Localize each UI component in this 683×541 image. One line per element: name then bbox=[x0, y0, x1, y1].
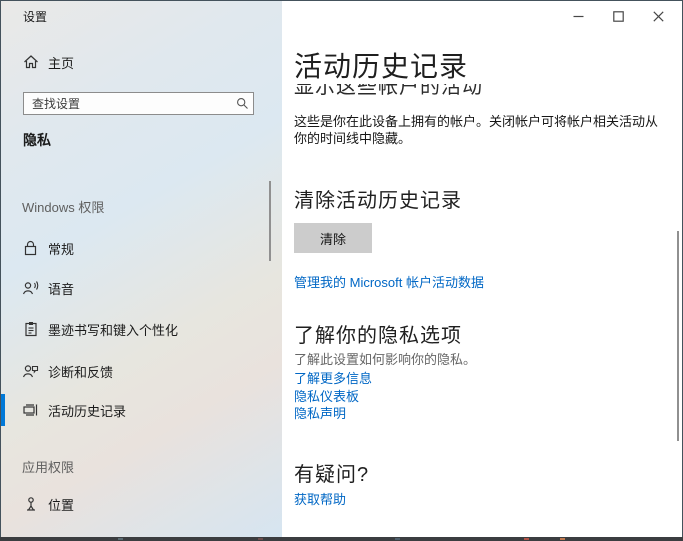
search-input[interactable]: 查找设置 bbox=[23, 92, 254, 115]
page-title: 活动历史记录 bbox=[294, 45, 468, 85]
manage-account-activity-link[interactable]: 管理我的 Microsoft 帐户活动数据 bbox=[294, 272, 484, 291]
privacy-options-description: 了解此设置如何影响你的隐私。 bbox=[294, 349, 476, 368]
lock-icon bbox=[22, 240, 39, 257]
sidebar-item-activity-history[interactable]: 活动历史记录 bbox=[1, 393, 282, 427]
selected-accent-bar bbox=[1, 394, 5, 426]
sidebar-item-label: 常规 bbox=[48, 239, 74, 258]
sidebar-item-inking[interactable]: 墨迹书写和键入个性化 bbox=[1, 312, 282, 346]
sidebar-scrollbar[interactable] bbox=[269, 181, 271, 261]
home-icon bbox=[22, 54, 39, 71]
sidebar-item-label: 诊断和反馈 bbox=[48, 362, 113, 381]
sidebar-item-label: 活动历史记录 bbox=[48, 401, 126, 420]
sidebar-item-general[interactable]: 常规 bbox=[1, 231, 282, 265]
desktop-edge bbox=[0, 537, 683, 541]
minimize-button[interactable] bbox=[558, 1, 598, 31]
search-placeholder: 查找设置 bbox=[24, 95, 231, 112]
sidebar-item-label: 墨迹书写和键入个性化 bbox=[48, 320, 178, 339]
clear-button[interactable]: 清除 bbox=[294, 223, 372, 253]
clear-history-heading: 清除活动历史记录 bbox=[294, 184, 462, 213]
questions-heading: 有疑问? bbox=[294, 458, 369, 487]
speech-icon bbox=[22, 280, 39, 297]
settings-window: 设置 主页 查找设置 隐私 Windows 权限 常规 语音 bbox=[0, 0, 683, 537]
sidebar-item-home[interactable]: 主页 bbox=[1, 45, 282, 79]
privacy-options-heading: 了解你的隐私选项 bbox=[294, 319, 462, 348]
main-scrollbar[interactable] bbox=[677, 231, 679, 441]
window-controls bbox=[558, 1, 678, 31]
learn-more-link[interactable]: 了解更多信息 bbox=[294, 368, 372, 387]
search-icon[interactable] bbox=[231, 97, 253, 110]
activity-history-icon bbox=[22, 402, 39, 419]
feedback-icon bbox=[22, 363, 39, 380]
inking-icon bbox=[22, 321, 39, 338]
privacy-statement-link[interactable]: 隐私声明 bbox=[294, 403, 346, 422]
app-title: 设置 bbox=[23, 8, 47, 25]
main-content: 活动历史记录 显示这些帐户的活动 这些是你在此设备上拥有的帐户。关闭帐户可将帐户… bbox=[282, 1, 682, 537]
get-help-link[interactable]: 获取帮助 bbox=[294, 489, 346, 508]
section-header-app-permissions: 应用权限 bbox=[22, 457, 74, 476]
section-header-windows-permissions: Windows 权限 bbox=[22, 197, 104, 216]
sidebar-item-label: 语音 bbox=[48, 279, 74, 298]
sidebar-item-speech[interactable]: 语音 bbox=[1, 271, 282, 305]
sidebar-item-label: 位置 bbox=[48, 495, 74, 514]
sidebar-item-label: 主页 bbox=[48, 53, 74, 72]
clipped-subheading: 显示这些帐户的活动 bbox=[294, 84, 594, 99]
sidebar-item-location[interactable]: 位置 bbox=[1, 487, 282, 521]
maximize-button[interactable] bbox=[598, 1, 638, 31]
close-button[interactable] bbox=[638, 1, 678, 31]
sidebar: 设置 主页 查找设置 隐私 Windows 权限 常规 语音 bbox=[1, 1, 282, 537]
sidebar-item-feedback[interactable]: 诊断和反馈 bbox=[1, 354, 282, 388]
location-icon bbox=[22, 496, 39, 513]
intro-text: 这些是你在此设备上拥有的帐户。关闭帐户可将帐户相关活动从你的时间线中隐藏。 bbox=[294, 113, 662, 147]
category-title: 隐私 bbox=[23, 130, 51, 150]
